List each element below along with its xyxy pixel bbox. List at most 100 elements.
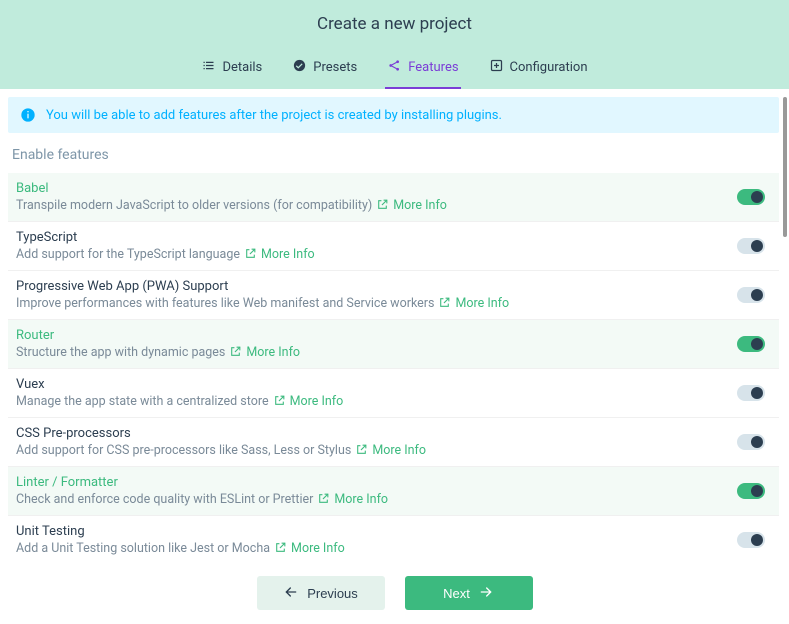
arrow-right-icon bbox=[478, 584, 494, 603]
feature-desc: Transpile modern JavaScript to older ver… bbox=[16, 198, 725, 213]
feature-desc-text: Add a Unit Testing solution like Jest or… bbox=[16, 541, 270, 556]
plus-box-icon bbox=[489, 58, 504, 77]
feature-toggle[interactable] bbox=[737, 385, 765, 401]
more-info-link[interactable]: More Info bbox=[455, 296, 509, 311]
feature-info: Babel Transpile modern JavaScript to olde… bbox=[16, 181, 725, 213]
check-circle-icon bbox=[292, 58, 307, 77]
section-title: Enable features bbox=[8, 133, 779, 173]
feature-row[interactable]: TypeScriptAdd support for the TypeScript… bbox=[8, 221, 779, 270]
feature-desc-text: Structure the app with dynamic pages bbox=[16, 345, 225, 360]
toggle-knob bbox=[751, 338, 763, 350]
feature-info: Router Structure the app with dynamic pag… bbox=[16, 328, 725, 360]
button-label: Next bbox=[443, 586, 470, 601]
arrow-left-icon bbox=[283, 584, 299, 603]
info-text: You will be able to add features after t… bbox=[46, 108, 502, 123]
feature-info: CSS Pre-processors Add support for CSS pr… bbox=[16, 426, 725, 458]
feature-name: Progressive Web App (PWA) Support bbox=[16, 279, 725, 294]
info-banner: You will be able to add features after t… bbox=[8, 97, 779, 133]
button-label: Previous bbox=[307, 586, 358, 601]
feature-desc: Manage the app state with a centralized … bbox=[16, 394, 725, 409]
feature-name: Linter / Formatter bbox=[16, 475, 725, 490]
more-info-link[interactable]: More Info bbox=[334, 492, 388, 507]
toggle-knob bbox=[751, 485, 763, 497]
feature-desc-text: Add support for the TypeScript language bbox=[16, 247, 240, 262]
feature-name: Babel bbox=[16, 181, 725, 196]
feature-toggle[interactable] bbox=[737, 434, 765, 450]
feature-toggle[interactable] bbox=[737, 336, 765, 352]
info-icon bbox=[20, 107, 36, 123]
tabs: Details Presets Features Configuration bbox=[0, 52, 789, 89]
more-info-link[interactable]: More Info bbox=[393, 198, 447, 213]
external-link-icon bbox=[273, 394, 286, 407]
tab-label: Configuration bbox=[510, 60, 588, 75]
more-info-link[interactable]: More Info bbox=[261, 247, 315, 262]
scrollbar[interactable] bbox=[783, 97, 787, 237]
toggle-knob bbox=[751, 436, 763, 448]
feature-desc-text: Add support for CSS pre-processors like … bbox=[16, 443, 351, 458]
feature-info: Unit Testing Add a Unit Testing solution … bbox=[16, 524, 725, 556]
feature-row[interactable]: Vuex Manage the app state with a centrali… bbox=[8, 368, 779, 417]
feature-name: Vuex bbox=[16, 377, 725, 392]
feature-toggle[interactable] bbox=[737, 287, 765, 303]
feature-toggle[interactable] bbox=[737, 483, 765, 499]
feature-toggle[interactable] bbox=[737, 189, 765, 205]
next-button[interactable]: Next bbox=[405, 576, 533, 610]
header: Create a new project Details Presets Fea… bbox=[0, 0, 789, 89]
tab-label: Details bbox=[222, 60, 262, 75]
toggle-knob bbox=[751, 191, 763, 203]
external-link-icon bbox=[274, 541, 287, 554]
feature-desc: Check and enforce code quality with ESLi… bbox=[16, 492, 725, 507]
feature-toggle[interactable] bbox=[737, 532, 765, 548]
feature-info: Vuex Manage the app state with a centrali… bbox=[16, 377, 725, 409]
feature-info: Linter / Formatter Check and enforce code… bbox=[16, 475, 725, 507]
feature-desc: Add a Unit Testing solution like Jest or… bbox=[16, 541, 725, 556]
content: You will be able to add features after t… bbox=[0, 89, 789, 564]
toggle-knob bbox=[751, 387, 763, 399]
feature-row[interactable]: Babel Transpile modern JavaScript to olde… bbox=[8, 173, 779, 221]
feature-row[interactable]: CSS Pre-processors Add support for CSS pr… bbox=[8, 417, 779, 466]
more-info-link[interactable]: More Info bbox=[290, 394, 344, 409]
feature-name: Unit Testing bbox=[16, 524, 725, 539]
feature-desc: Add support for the TypeScript language M… bbox=[16, 247, 725, 262]
feature-toggle[interactable] bbox=[737, 238, 765, 254]
feature-desc-text: Check and enforce code quality with ESLi… bbox=[16, 492, 313, 507]
list-icon bbox=[201, 58, 216, 77]
feature-row[interactable]: Progressive Web App (PWA) Support Improve… bbox=[8, 270, 779, 319]
feature-info: TypeScriptAdd support for the TypeScript… bbox=[16, 230, 725, 262]
previous-button[interactable]: Previous bbox=[257, 576, 385, 610]
feature-row[interactable]: Linter / Formatter Check and enforce code… bbox=[8, 466, 779, 515]
feature-desc: Improve performances with features like … bbox=[16, 296, 725, 311]
feature-desc-text: Improve performances with features like … bbox=[16, 296, 434, 311]
tab-features[interactable]: Features bbox=[385, 52, 460, 89]
tab-label: Presets bbox=[313, 60, 357, 75]
footer: Previous Next bbox=[0, 564, 789, 624]
tab-presets[interactable]: Presets bbox=[290, 52, 359, 89]
external-link-icon bbox=[355, 443, 368, 456]
external-link-icon bbox=[229, 345, 242, 358]
more-info-link[interactable]: More Info bbox=[291, 541, 345, 556]
feature-desc-text: Manage the app state with a centralized … bbox=[16, 394, 269, 409]
external-link-icon bbox=[244, 247, 257, 260]
feature-desc: Structure the app with dynamic pages More… bbox=[16, 345, 725, 360]
toggle-knob bbox=[751, 240, 763, 252]
share-icon bbox=[387, 58, 402, 77]
more-info-link[interactable]: More Info bbox=[372, 443, 426, 458]
tab-label: Features bbox=[408, 60, 458, 75]
feature-desc: Add support for CSS pre-processors like … bbox=[16, 443, 725, 458]
feature-row[interactable]: Unit Testing Add a Unit Testing solution … bbox=[8, 515, 779, 564]
page-title: Create a new project bbox=[0, 14, 789, 52]
tab-configuration[interactable]: Configuration bbox=[487, 52, 590, 89]
feature-name: CSS Pre-processors bbox=[16, 426, 725, 441]
toggle-knob bbox=[751, 289, 763, 301]
tab-details[interactable]: Details bbox=[199, 52, 264, 89]
feature-desc-text: Transpile modern JavaScript to older ver… bbox=[16, 198, 372, 213]
feature-info: Progressive Web App (PWA) Support Improve… bbox=[16, 279, 725, 311]
feature-name: Router bbox=[16, 328, 725, 343]
feature-row[interactable]: Router Structure the app with dynamic pag… bbox=[8, 319, 779, 368]
features-list: Babel Transpile modern JavaScript to olde… bbox=[8, 173, 779, 564]
external-link-icon bbox=[438, 296, 451, 309]
external-link-icon bbox=[376, 198, 389, 211]
more-info-link[interactable]: More Info bbox=[246, 345, 300, 360]
external-link-icon bbox=[317, 492, 330, 505]
toggle-knob bbox=[751, 534, 763, 546]
